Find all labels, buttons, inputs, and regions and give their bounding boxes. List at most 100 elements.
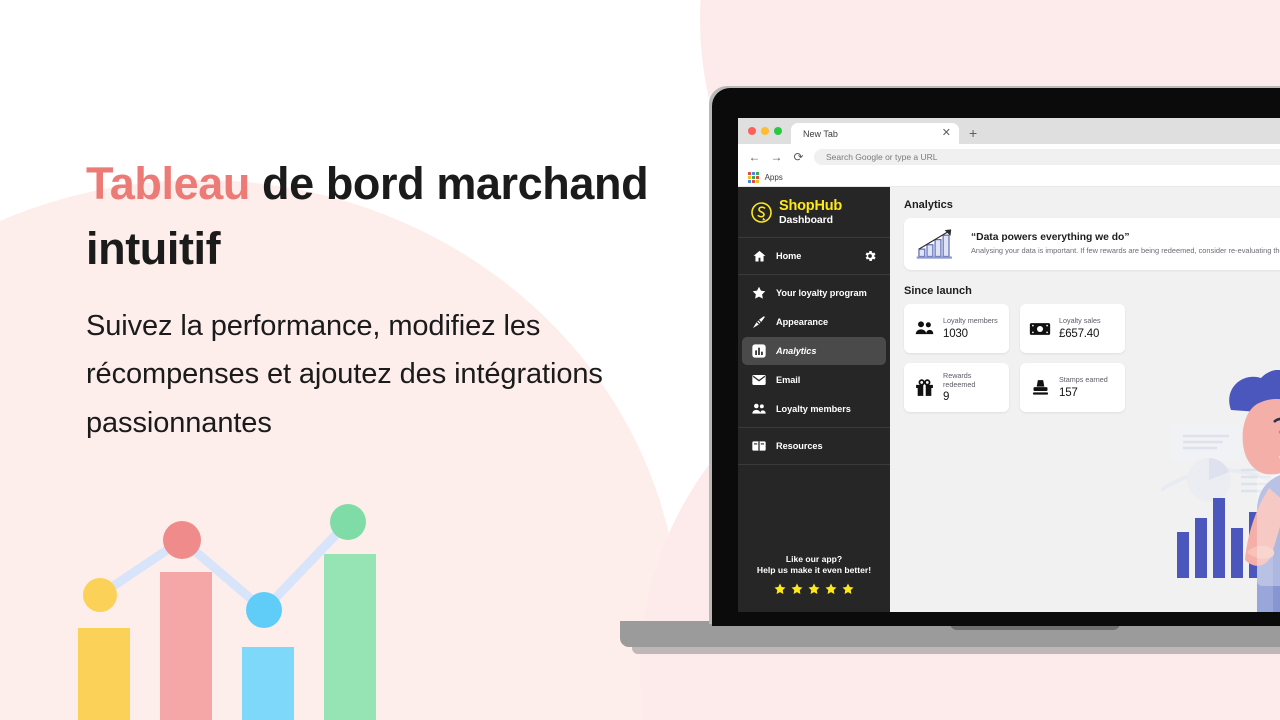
stamp-icon xyxy=(1029,377,1051,398)
rating-prompt-line-1: Like our app? xyxy=(785,553,843,564)
sidebar: ShopHub Dashboard Home Your loyalty prog… xyxy=(738,187,890,612)
envelope-icon xyxy=(751,372,767,388)
home-icon xyxy=(751,248,767,264)
sidebar-item-label: Home xyxy=(776,251,802,261)
star-icon[interactable] xyxy=(824,582,838,596)
address-bar[interactable]: Search Google or type a URL xyxy=(814,148,1280,165)
decorative-point xyxy=(330,504,366,540)
decorative-bar xyxy=(160,572,212,720)
stat-card-stamps-earned[interactable]: Stamps earned 157 xyxy=(1020,363,1125,412)
browser-toolbar: ← → ⟳ Search Google or type a URL xyxy=(738,144,1280,169)
reload-icon[interactable]: ⟳ xyxy=(792,151,805,163)
page-title: Analytics xyxy=(904,199,953,211)
sidebar-item-home[interactable]: Home xyxy=(742,242,886,270)
stat-label: Loyalty members xyxy=(943,316,998,326)
headline-accent: Tableau xyxy=(86,158,250,209)
banknote-icon xyxy=(1029,321,1051,337)
brand-subtitle: Dashboard xyxy=(779,213,833,226)
decorative-bar xyxy=(242,647,294,720)
stat-card-rewards-redeemed[interactable]: Rewards redeemed 9 xyxy=(904,363,1009,412)
people-icon xyxy=(913,318,935,339)
stat-value: 1030 xyxy=(943,327,968,340)
stat-value: £657.40 xyxy=(1059,327,1100,340)
sidebar-item-loyalty-members[interactable]: Loyalty members xyxy=(742,395,886,423)
sidebar-item-label: Your loyalty program xyxy=(776,288,867,298)
back-icon[interactable]: ← xyxy=(748,151,761,163)
sidebar-group-primary: Home xyxy=(738,238,890,275)
browser-tab-title: New Tab xyxy=(803,128,838,139)
browser-tab[interactable]: New Tab ✕ xyxy=(791,123,959,144)
bookmarks-apps-label[interactable]: Apps xyxy=(765,173,783,182)
main-content: Analytics “Data powers everything we do”… xyxy=(890,187,1280,612)
insight-text: “Data powers everything we do” Analysing… xyxy=(971,232,1280,256)
browser-tabstrip: New Tab ✕ + xyxy=(738,118,1280,144)
marketing-copy: Tableau de bord marchand intuitif Suivez… xyxy=(86,152,686,448)
decorative-bar xyxy=(324,554,376,720)
stat-text: Stamps earned 157 xyxy=(1059,375,1108,399)
gift-icon xyxy=(913,377,935,398)
stat-label: Rewards redeemed xyxy=(943,370,976,389)
close-icon[interactable]: ✕ xyxy=(942,128,951,139)
sidebar-item-label: Email xyxy=(776,375,801,385)
plus-icon[interactable]: + xyxy=(959,123,987,144)
star-icon[interactable] xyxy=(807,582,821,596)
book-icon xyxy=(751,438,767,454)
apps-grid-icon[interactable] xyxy=(748,172,759,183)
sidebar-item-resources[interactable]: Resources xyxy=(742,432,886,460)
subheadline: Suivez la performance, modifiez les réco… xyxy=(86,309,603,440)
laptop-screen: New Tab ✕ + ← → ⟳ Search Google or type … xyxy=(738,118,1280,612)
gear-icon[interactable] xyxy=(863,249,877,263)
window-controls[interactable] xyxy=(746,118,791,144)
people-icon xyxy=(751,401,767,417)
stat-value: 157 xyxy=(1059,386,1078,399)
shophub-s-logo xyxy=(751,201,772,223)
star-icon[interactable] xyxy=(790,582,804,596)
sidebar-group-features: Your loyalty program Appearance Analytic… xyxy=(738,275,890,428)
stat-value: 9 xyxy=(943,391,950,404)
stat-text: Rewards redeemed 9 xyxy=(943,370,1000,404)
stat-label: Loyalty sales xyxy=(1059,316,1101,326)
stat-card-loyalty-sales[interactable]: Loyalty sales £657.40 xyxy=(1020,304,1125,353)
shophub-dashboard: ShopHub Dashboard Home Your loyalty prog… xyxy=(738,187,1280,612)
close-window-button[interactable] xyxy=(748,127,756,135)
stat-text: Loyalty sales £657.40 xyxy=(1059,316,1101,340)
insight-banner: “Data powers everything we do” Analysing… xyxy=(904,218,1280,270)
forward-icon[interactable]: → xyxy=(770,151,783,163)
star-rating[interactable] xyxy=(746,582,882,596)
maximize-window-button[interactable] xyxy=(774,127,782,135)
promo-banner: Tableau de bord marchand intuitif Suivez… xyxy=(0,0,1280,720)
bookmarks-bar: Apps xyxy=(738,169,1280,187)
growth-bar-chart-icon xyxy=(916,229,952,259)
sidebar-rating-prompt: Like our app? Help us make it even bette… xyxy=(738,542,890,612)
address-bar-placeholder: Search Google or type a URL xyxy=(826,151,938,162)
bar-chart-icon xyxy=(751,343,767,359)
sidebar-item-your-loyalty-program[interactable]: Your loyalty program xyxy=(742,279,886,307)
laptop-mockup: New Tab ✕ + ← → ⟳ Search Google or type … xyxy=(620,88,1280,654)
sidebar-group-resources: Resources xyxy=(738,428,890,465)
sidebar-item-analytics[interactable]: Analytics xyxy=(742,337,886,365)
browser-chrome: New Tab ✕ + ← → ⟳ Search Google or type … xyxy=(738,118,1280,187)
decorative-point xyxy=(83,578,117,612)
insight-body: Analysing your data is important. If few… xyxy=(971,246,1280,256)
laptop-lid: New Tab ✕ + ← → ⟳ Search Google or type … xyxy=(712,88,1280,626)
sidebar-item-label: Resources xyxy=(776,441,823,451)
star-icon[interactable] xyxy=(841,582,855,596)
insight-heading: “Data powers everything we do” xyxy=(971,232,1130,244)
stats-section-title: Since launch xyxy=(904,285,972,297)
decorative-point xyxy=(163,521,201,559)
sidebar-item-label: Loyalty members xyxy=(776,404,851,414)
sidebar-item-appearance[interactable]: Appearance xyxy=(742,308,886,336)
minimize-window-button[interactable] xyxy=(761,127,769,135)
decorative-bar xyxy=(78,628,130,720)
headline: Tableau de bord marchand intuitif xyxy=(86,152,686,282)
star-icon[interactable] xyxy=(773,582,787,596)
decorative-point xyxy=(246,592,282,628)
sidebar-item-email[interactable]: Email xyxy=(742,366,886,394)
sidebar-item-label: Appearance xyxy=(776,317,829,327)
decorative-chart-line xyxy=(95,517,353,615)
stat-label: Stamps earned xyxy=(1059,375,1108,385)
stat-card-loyalty-members[interactable]: Loyalty members 1030 xyxy=(904,304,1009,353)
brand-logo[interactable]: ShopHub Dashboard xyxy=(738,187,890,238)
brand-text: ShopHub Dashboard xyxy=(779,199,842,225)
paintbrush-icon xyxy=(751,314,767,330)
